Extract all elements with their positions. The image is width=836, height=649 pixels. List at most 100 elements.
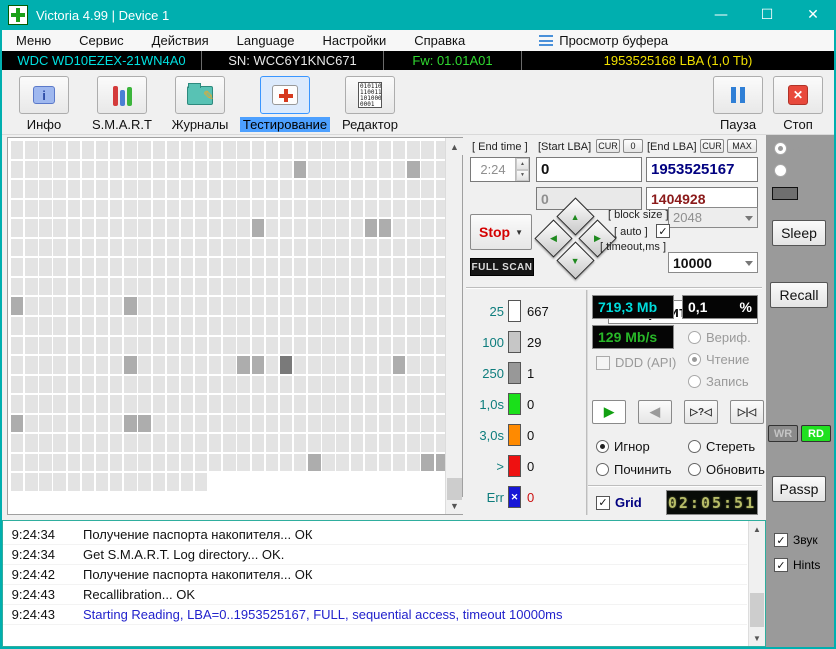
passp-button[interactable]: Passp xyxy=(772,476,826,502)
action-radio-3[interactable]: Обновить xyxy=(688,462,765,477)
scroll-up-icon[interactable]: ▲ xyxy=(749,521,765,537)
start-lba-cur-button[interactable]: CUR xyxy=(596,139,620,153)
scan-block xyxy=(53,297,66,315)
scan-block xyxy=(180,414,194,433)
scan-block xyxy=(11,316,24,335)
menu-item-4[interactable]: Настройки xyxy=(308,30,400,51)
scroll-down-icon[interactable]: ▼ xyxy=(749,630,765,646)
sleep-button[interactable]: Sleep xyxy=(772,220,826,246)
tab-smart[interactable]: S.M.A.R.T xyxy=(84,76,160,132)
scan-block xyxy=(124,160,137,179)
end-time-spinner[interactable]: 2:24 ▲ ▼ xyxy=(470,157,530,182)
tab-editor[interactable]: 010110 110011 101000 0001 Редактор xyxy=(332,76,408,132)
log-scroll-thumb[interactable] xyxy=(750,593,764,627)
scan-block xyxy=(53,316,66,335)
grid-checkbox[interactable]: ✓ xyxy=(596,495,610,510)
menu-item-1[interactable]: Сервис xyxy=(65,30,138,51)
scan-block xyxy=(166,277,180,296)
stop-toolbar-button[interactable]: ✕ Стоп xyxy=(760,76,836,132)
scan-block xyxy=(223,395,236,413)
scan-block xyxy=(421,141,434,159)
scan-block xyxy=(407,453,420,472)
close-button[interactable]: ✕ xyxy=(790,0,836,30)
scan-block xyxy=(237,453,250,472)
scan-block xyxy=(393,356,406,374)
radio-icon[interactable] xyxy=(596,440,609,453)
scan-block xyxy=(67,356,80,374)
scan-block xyxy=(194,258,208,276)
recall-button[interactable]: Recall xyxy=(770,282,828,308)
latency-label: 250 xyxy=(482,365,504,381)
back-button[interactable]: ◀ xyxy=(638,400,672,424)
latency-row->: >0 xyxy=(468,455,534,477)
hints-checkbox-row[interactable]: ✓ Hints xyxy=(774,558,820,572)
minimize-button[interactable]: — xyxy=(698,0,744,30)
scan-block xyxy=(124,238,137,257)
grid-scroll-thumb[interactable] xyxy=(447,478,462,500)
sound-checkbox[interactable]: ✓ xyxy=(774,533,788,547)
scan-block xyxy=(152,375,165,394)
seek-question-button[interactable]: ▷?◁ xyxy=(684,400,718,424)
grid-checkbox-row[interactable]: ✓ Grid xyxy=(596,495,642,510)
spin-up-icon[interactable]: ▲ xyxy=(516,158,529,170)
scan-block xyxy=(81,238,95,257)
menu-item-2[interactable]: Действия xyxy=(138,30,223,51)
action-radio-1[interactable]: Стереть xyxy=(688,439,755,454)
action-radio-2[interactable]: Починить xyxy=(596,462,672,477)
radio-icon[interactable] xyxy=(596,463,609,476)
spin-down-icon[interactable]: ▼ xyxy=(516,169,529,181)
start-lba-zero-button[interactable]: 0 xyxy=(623,139,643,153)
tab-testing[interactable]: Тестирование xyxy=(239,76,331,132)
radio-icon[interactable] xyxy=(688,463,701,476)
start-lba-input[interactable]: 0 xyxy=(536,157,642,182)
full-scan-button[interactable]: FULL SCAN xyxy=(470,258,534,276)
scan-block xyxy=(322,238,335,257)
log-scrollbar[interactable]: ▲ ▼ xyxy=(748,521,765,646)
menu-item-0[interactable]: Меню xyxy=(2,30,65,51)
end-lba-max-button[interactable]: MAX xyxy=(727,139,757,153)
api-radio xyxy=(774,142,787,155)
scan-block xyxy=(25,375,38,394)
tab-info[interactable]: i Инфо xyxy=(6,76,82,132)
seek-end-button[interactable]: ▷|◁ xyxy=(730,400,764,424)
end-lba-cur-button[interactable]: CUR xyxy=(700,139,724,153)
scan-block xyxy=(166,414,180,433)
sound-checkbox-row[interactable]: ✓ Звук xyxy=(774,533,818,547)
maximize-button[interactable]: ☐ xyxy=(744,0,790,30)
scan-block xyxy=(53,258,66,276)
scan-block xyxy=(223,316,236,335)
log-time: 9:24:34 xyxy=(11,547,55,562)
radio-icon[interactable] xyxy=(688,440,701,453)
action-radio-0[interactable]: Игнор xyxy=(596,439,650,454)
tab-journals[interactable]: Журналы xyxy=(162,76,238,132)
first-aid-icon xyxy=(272,85,298,105)
menu-item-5[interactable]: Справка xyxy=(400,30,479,51)
scroll-up-icon[interactable]: ▲ xyxy=(446,138,463,155)
auto-checkbox[interactable]: ✓ xyxy=(656,224,670,238)
scan-block xyxy=(364,434,378,452)
scan-block xyxy=(223,238,236,257)
grid-scrollbar[interactable]: ▲ ▼ xyxy=(445,138,463,514)
scan-stop-button[interactable]: Stop ▼ xyxy=(470,214,532,250)
scan-block xyxy=(39,297,52,315)
hints-checkbox[interactable]: ✓ xyxy=(774,558,788,572)
scan-block xyxy=(166,473,180,491)
list-icon xyxy=(539,35,554,46)
scan-block xyxy=(421,395,434,413)
menu-item-3[interactable]: Language xyxy=(223,30,309,51)
scan-block xyxy=(138,336,151,355)
scan-block xyxy=(421,199,434,218)
scan-block xyxy=(81,473,95,491)
scan-block xyxy=(11,277,24,296)
scan-block xyxy=(67,473,80,491)
scan-block xyxy=(265,395,279,413)
scan-block xyxy=(322,199,335,218)
scan-block xyxy=(336,219,349,237)
play-button[interactable]: ▶ xyxy=(592,400,626,424)
buffer-view-button[interactable]: Просмотр буфера xyxy=(539,33,668,48)
end-lba-input[interactable]: 1953525167 xyxy=(646,157,758,182)
scan-block xyxy=(265,199,279,218)
scan-block xyxy=(364,297,378,315)
scan-block xyxy=(294,395,307,413)
timeout-select[interactable]: 10000 xyxy=(668,252,758,273)
